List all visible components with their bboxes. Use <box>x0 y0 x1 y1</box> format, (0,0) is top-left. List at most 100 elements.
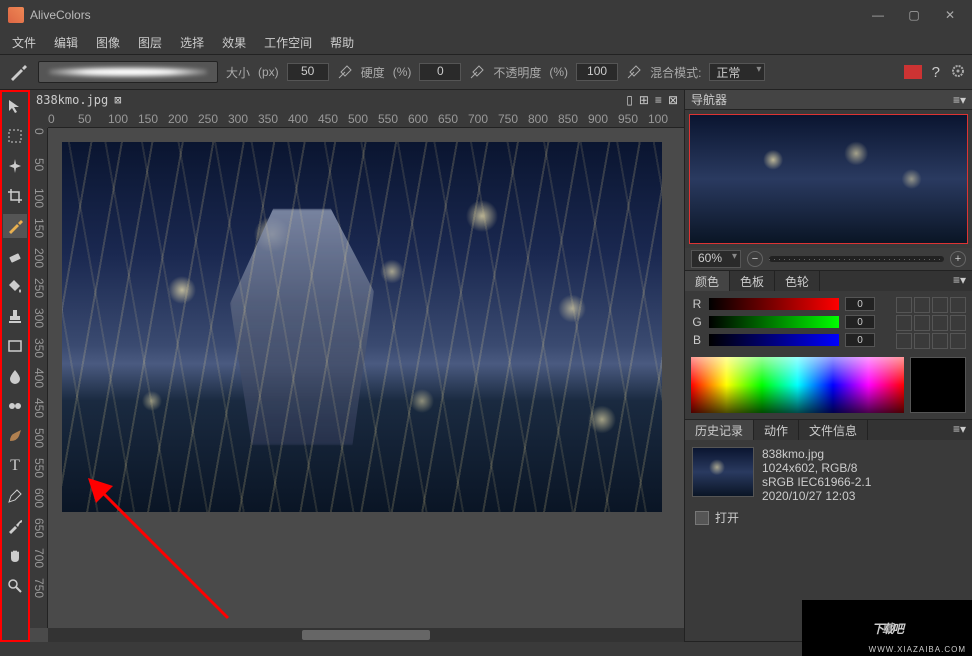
layout-icon-3[interactable]: ≡ <box>655 93 662 107</box>
canvas-viewport[interactable] <box>48 128 684 628</box>
size-unit: (px) <box>258 65 279 79</box>
eraser-tool[interactable] <box>3 244 27 268</box>
menu-help[interactable]: 帮助 <box>322 32 362 53</box>
zoom-in-button[interactable]: + <box>950 251 966 267</box>
fill-tool[interactable] <box>3 274 27 298</box>
tab-actions[interactable]: 动作 <box>754 420 799 440</box>
horizontal-scrollbar[interactable] <box>48 628 684 642</box>
spectrum-picker[interactable] <box>691 357 904 413</box>
g-slider[interactable] <box>709 316 839 328</box>
marquee-tool[interactable] <box>3 124 27 148</box>
history-step-label: 打开 <box>715 509 739 526</box>
menu-workspace[interactable]: 工作空间 <box>256 32 320 53</box>
watermark-text: 下载吧 <box>872 620 902 637</box>
notification-icon[interactable] <box>904 65 922 79</box>
watermark-url: WWW.XIAZAIBA.COM <box>869 645 966 654</box>
history-filename: 838kmo.jpg <box>762 447 871 461</box>
stamp-tool[interactable] <box>3 304 27 328</box>
current-color[interactable] <box>910 357 966 413</box>
blur-tool[interactable] <box>3 364 27 388</box>
canvas-workspace: 0501001502002503003504004505005506006507… <box>30 110 684 642</box>
opacity-input[interactable]: 100 <box>576 63 618 81</box>
shape-tool[interactable] <box>3 334 27 358</box>
options-bar: 大小 (px) 50 硬度 (%) 0 不透明度 (%) 100 混合模式: 正… <box>0 54 972 90</box>
menu-edit[interactable]: 编辑 <box>46 32 86 53</box>
pen-tool[interactable] <box>3 484 27 508</box>
hardness-unit: (%) <box>393 65 412 79</box>
canvas-region: 838kmo.jpg ⊠ ▯ ⊞ ≡ ⊠ 0501001502002503003… <box>30 90 684 642</box>
r-value[interactable]: 0 <box>845 297 875 311</box>
document-tab[interactable]: 838kmo.jpg ⊠ <box>36 93 121 107</box>
g-value[interactable]: 0 <box>845 315 875 329</box>
ruler-corner <box>30 110 48 128</box>
hardness-picker-icon[interactable] <box>469 64 485 80</box>
plugin-tool[interactable] <box>3 394 27 418</box>
size-input[interactable]: 50 <box>287 63 329 81</box>
blend-dropdown[interactable]: 正常 <box>709 63 765 81</box>
help-icon[interactable]: ? <box>932 64 940 81</box>
history-profile: sRGB IEC61966-2.1 <box>762 475 871 489</box>
opacity-unit: (%) <box>549 65 568 79</box>
history-dimensions: 1024x602, RGB/8 <box>762 461 871 475</box>
tab-fileinfo[interactable]: 文件信息 <box>799 420 868 440</box>
panels: 导航器 ≡▾ 60% − + 颜色 色板 色轮 ≡▾ R0 <box>684 90 972 642</box>
layout-icon-4[interactable]: ⊠ <box>668 93 678 107</box>
color-panel-menu-icon[interactable]: ≡▾ <box>947 271 972 291</box>
hardness-label: 硬度 <box>361 64 385 81</box>
menu-select[interactable]: 选择 <box>172 32 212 53</box>
panel-menu-icon[interactable]: ≡▾ <box>953 93 966 107</box>
menu-file[interactable]: 文件 <box>4 32 44 53</box>
menu-effects[interactable]: 效果 <box>214 32 254 53</box>
brush-icon[interactable] <box>6 60 30 84</box>
history-snapshot[interactable]: 838kmo.jpg 1024x602, RGB/8 sRGB IEC61966… <box>689 444 968 506</box>
magic-wand-tool[interactable] <box>3 154 27 178</box>
tab-swatches[interactable]: 色板 <box>730 271 775 291</box>
brush-tool[interactable] <box>3 214 27 238</box>
layout-icon-1[interactable]: ▯ <box>626 93 633 107</box>
tab-color[interactable]: 颜色 <box>685 271 730 291</box>
move-tool[interactable] <box>3 94 27 118</box>
tab-wheel[interactable]: 色轮 <box>775 271 820 291</box>
b-label: B <box>691 333 703 347</box>
zoom-tool[interactable] <box>3 574 27 598</box>
eyedropper-tool[interactable] <box>3 514 27 538</box>
layout-icon-2[interactable]: ⊞ <box>639 93 649 107</box>
toolbar: T <box>0 90 30 642</box>
text-tool[interactable]: T <box>3 454 27 478</box>
zoom-bar: 60% − + <box>685 248 972 270</box>
swatches-grid[interactable] <box>896 297 966 351</box>
zoom-dropdown[interactable]: 60% <box>691 250 741 268</box>
size-picker-icon[interactable] <box>337 64 353 80</box>
navigator-panel: 导航器 ≡▾ 60% − + <box>685 90 972 271</box>
titlebar: AliveColors — ▢ ✕ <box>0 0 972 30</box>
maximize-button[interactable]: ▢ <box>900 5 928 25</box>
main-area: T 838kmo.jpg ⊠ ▯ ⊞ ≡ ⊠ 05010015020025030… <box>0 90 972 642</box>
b-slider[interactable] <box>709 334 839 346</box>
history-panel-menu-icon[interactable]: ≡▾ <box>947 420 972 440</box>
hand-tool[interactable] <box>3 544 27 568</box>
crop-tool[interactable] <box>3 184 27 208</box>
ruler-vertical: 0501001502002503003504004505005506006507… <box>30 128 48 628</box>
navigator-thumbnail[interactable] <box>689 114 968 244</box>
navigator-title: 导航器 <box>691 91 727 108</box>
size-label: 大小 <box>226 64 250 81</box>
g-label: G <box>691 315 703 329</box>
close-button[interactable]: ✕ <box>936 5 964 25</box>
history-step-open[interactable]: 打开 <box>689 506 968 529</box>
r-slider[interactable] <box>709 298 839 310</box>
settings-icon[interactable] <box>950 63 966 82</box>
tab-history[interactable]: 历史记录 <box>685 420 754 440</box>
b-value[interactable]: 0 <box>845 333 875 347</box>
zoom-out-button[interactable]: − <box>747 251 763 267</box>
menu-layer[interactable]: 图层 <box>130 32 170 53</box>
ruler-horizontal: 0501001502002503003504004505005506006507… <box>48 110 684 128</box>
hardness-input[interactable]: 0 <box>419 63 461 81</box>
minimize-button[interactable]: — <box>864 5 892 25</box>
smudge-tool[interactable] <box>3 424 27 448</box>
menu-image[interactable]: 图像 <box>88 32 128 53</box>
zoom-slider[interactable] <box>769 256 944 262</box>
opacity-picker-icon[interactable] <box>626 64 642 80</box>
close-tab-icon[interactable]: ⊠ <box>114 93 121 107</box>
app-title: AliveColors <box>30 8 864 22</box>
brush-preview[interactable] <box>38 61 218 83</box>
